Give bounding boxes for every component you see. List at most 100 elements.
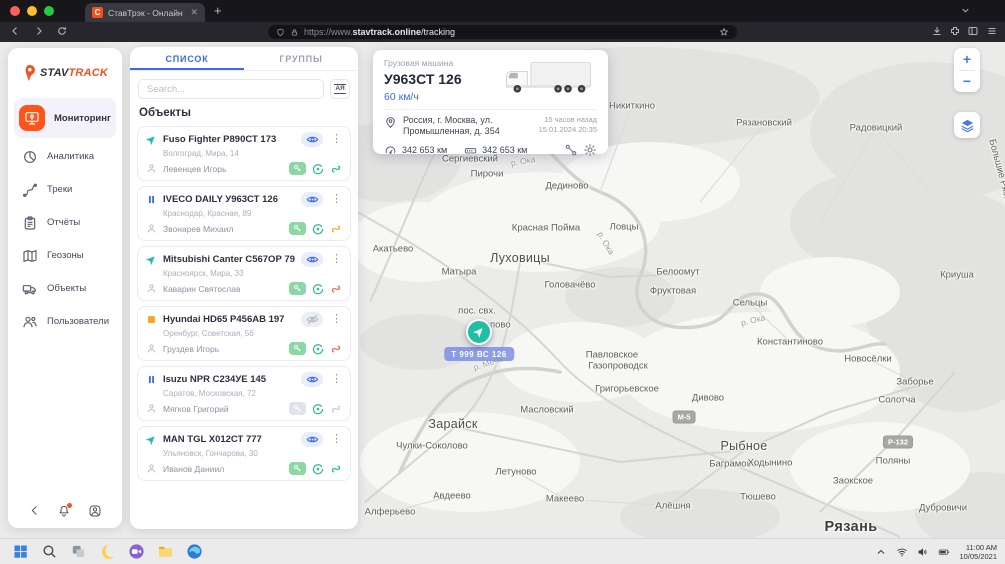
popup-address: Россия, г. Москва, ул. Промышленная, д. … <box>403 115 533 137</box>
file-explorer-icon[interactable] <box>157 543 174 560</box>
wifi-icon[interactable] <box>896 546 908 558</box>
map-label: Тюшево <box>740 492 776 503</box>
sidebar-item-reports[interactable]: Отчёты <box>14 206 116 239</box>
vehicle-map-marker[interactable] <box>466 319 492 345</box>
visibility-toggle[interactable] <box>301 192 323 207</box>
collapse-back-icon[interactable] <box>28 504 41 518</box>
visibility-toggle[interactable] <box>301 372 323 387</box>
odometer-value: 342 653 км <box>402 145 447 155</box>
vehicle-card[interactable]: MAN TGL Х012СТ 777 ⋮ Ульяновск, Гончаров… <box>137 426 351 481</box>
driver-icon <box>146 283 157 294</box>
extensions-icon[interactable] <box>949 25 961 37</box>
kebab-menu-icon[interactable]: ⋮ <box>329 254 342 265</box>
edge-browser-icon[interactable] <box>186 543 203 560</box>
profile-icon[interactable] <box>88 504 102 518</box>
sidebar-panel-icon[interactable] <box>967 25 979 37</box>
driver-name: Каварин Святослав <box>163 284 283 294</box>
map-label: Новосёлки <box>844 354 891 365</box>
tab-list[interactable]: СПИСОК <box>130 47 244 70</box>
video-chat-app-icon[interactable] <box>128 543 145 560</box>
connection-icon <box>330 223 342 235</box>
objects-truck-icon <box>22 281 38 297</box>
vehicle-card[interactable]: Isuzu NPR С234УЕ 145 ⋮ Саратов, Московск… <box>137 366 351 421</box>
sidebar-item-geozones[interactable]: Геозоны <box>14 239 116 272</box>
vehicle-popup: Грузовая машина У963СТ 126 60 км/ч <box>373 50 608 154</box>
notifications-bell-icon[interactable] <box>57 504 71 518</box>
map-label: р. Ока <box>740 312 766 328</box>
popup-last-update: 15 часов назад 15.01.2024 20:35 <box>539 115 597 137</box>
download-icon[interactable] <box>931 25 943 37</box>
tab-groups[interactable]: ГРУППЫ <box>244 47 358 70</box>
vehicle-type-label: Грузовая машина <box>384 58 462 68</box>
visibility-toggle[interactable] <box>301 432 323 447</box>
back-icon[interactable] <box>9 25 21 37</box>
sidebar-item-users[interactable]: Пользователи <box>14 305 116 338</box>
reload-icon[interactable] <box>56 25 68 37</box>
volume-icon[interactable] <box>917 546 929 558</box>
connection-icon <box>330 463 342 475</box>
route-share-icon[interactable] <box>564 143 578 157</box>
taskbar-search-icon[interactable] <box>41 543 58 560</box>
kebab-menu-icon[interactable]: ⋮ <box>329 134 342 145</box>
new-tab-button[interactable]: + <box>214 3 222 19</box>
visibility-toggle[interactable] <box>301 312 323 327</box>
tab-close-icon[interactable]: ✕ <box>190 8 198 17</box>
moon-app-icon[interactable] <box>99 543 116 560</box>
kebab-menu-icon[interactable]: ⋮ <box>329 434 342 445</box>
close-window-button[interactable] <box>10 6 20 16</box>
vehicle-card[interactable]: Hyundai HD65 Р456АВ 197 ⋮ Оренбург, Сове… <box>137 306 351 361</box>
map-label: Луховицы <box>490 251 550 265</box>
map-vehicle-plate-label[interactable]: Т 999 ВС 126 <box>444 347 514 361</box>
map-label: Никиткино <box>609 101 655 112</box>
tab-title: СтавТрэк - Онлайн мониторинг <box>108 8 185 18</box>
visibility-toggle[interactable] <box>301 252 323 267</box>
map-label: Радовицкий <box>850 123 903 134</box>
kebab-menu-icon[interactable]: ⋮ <box>329 314 342 325</box>
sort-az-button[interactable]: АЯ <box>330 79 350 99</box>
maximize-window-button[interactable] <box>44 6 54 16</box>
kebab-menu-icon[interactable]: ⋮ <box>329 194 342 205</box>
clock-time: 11:00 AM <box>959 543 997 552</box>
url-bar[interactable]: https://www.stavtrack.online/tracking <box>268 25 737 39</box>
map-label: Рязановский <box>736 118 792 129</box>
map-label: Пирочи <box>471 169 504 180</box>
location-pin-icon <box>384 116 397 129</box>
page-content: НикиткиноРязановскийРадовицкийБольшие Ря… <box>0 42 1005 538</box>
connection-icon <box>330 403 342 415</box>
battery-icon[interactable] <box>938 546 950 558</box>
menu-icon[interactable] <box>986 25 998 37</box>
taskbar-clock[interactable]: 11:00 AM 10/05/2021 <box>959 543 997 561</box>
kebab-menu-icon[interactable]: ⋮ <box>329 374 342 385</box>
vehicle-status-icon <box>146 374 157 385</box>
settings-gear-icon[interactable] <box>583 143 597 157</box>
visibility-toggle[interactable] <box>301 132 323 147</box>
search-input[interactable] <box>138 79 324 99</box>
browser-tab[interactable]: С СтавТрэк - Онлайн мониторинг ✕ <box>85 3 205 22</box>
sidebar-item-monitoring[interactable]: Мониторинг <box>14 98 116 138</box>
bookmark-star-icon[interactable] <box>719 27 729 37</box>
connection-icon <box>330 163 342 175</box>
map-label: Криуша <box>940 270 974 281</box>
tray-chevron-up-icon[interactable] <box>875 546 887 558</box>
map-label: Рыбное <box>720 439 767 453</box>
sidebar-item-tracks[interactable]: Треки <box>14 173 116 206</box>
forward-icon[interactable] <box>33 25 45 37</box>
vehicle-card[interactable]: Mitsubishi Canter С567ОР 790 ⋮ Красноярс… <box>137 246 351 301</box>
zoom-in-button[interactable]: + <box>954 48 980 70</box>
tab-list-chevron-icon[interactable] <box>960 5 971 16</box>
sidebar-item-analytics[interactable]: Аналитика <box>14 140 116 173</box>
task-view-icon[interactable] <box>70 543 87 560</box>
vehicle-card[interactable]: Fuso Fighter Р890СТ 173 ⋮ Волгоград, Мир… <box>137 126 351 181</box>
vehicle-name: Mitsubishi Canter С567ОР 790 <box>163 254 295 265</box>
map-label: Авдеево <box>433 491 471 502</box>
map-layers-button[interactable] <box>954 112 980 138</box>
sidebar-item-objects[interactable]: Объекты <box>14 272 116 305</box>
vehicle-name: Fuso Fighter Р890СТ 173 <box>163 134 295 145</box>
minimize-window-button[interactable] <box>27 6 37 16</box>
zoom-out-button[interactable]: − <box>954 71 980 93</box>
start-button-icon[interactable] <box>12 543 29 560</box>
map-label: Дивово <box>692 393 724 404</box>
vehicle-card[interactable]: IVECO DAILY У963СТ 126 ⋮ Краснодар, Крас… <box>137 186 351 241</box>
windows-taskbar: 11:00 AM 10/05/2021 <box>0 538 1005 564</box>
tracks-icon <box>22 182 38 198</box>
